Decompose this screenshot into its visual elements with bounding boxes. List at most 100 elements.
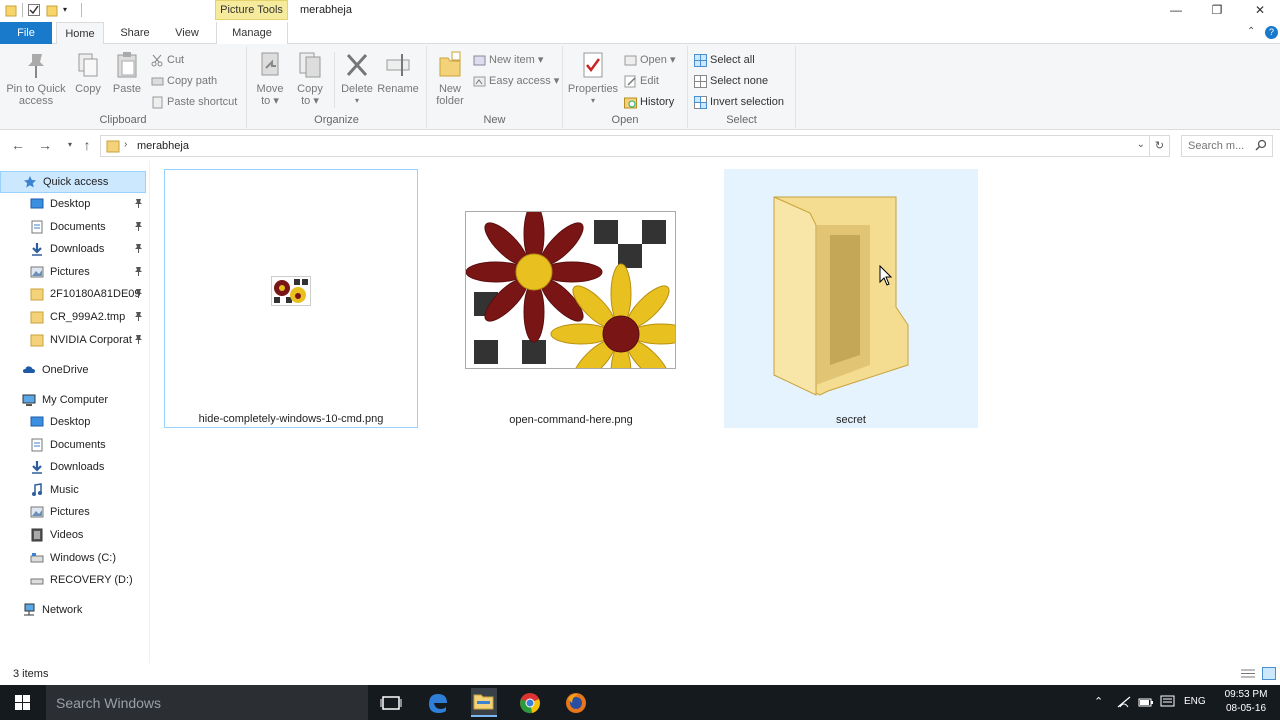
invert-selection-button[interactable]: Invert selection: [694, 93, 784, 111]
customize-qat-icon[interactable]: ▾: [63, 3, 77, 17]
history-button[interactable]: History: [624, 93, 674, 111]
folder-tile[interactable]: secret: [724, 169, 978, 428]
tab-share[interactable]: Share: [112, 22, 158, 44]
wifi-icon[interactable]: [1116, 695, 1132, 712]
sidebar-item-network[interactable]: Network: [0, 599, 146, 621]
large-icons-view-icon[interactable]: [1262, 667, 1276, 683]
forward-arrow-icon[interactable]: →: [37, 137, 53, 153]
restore-button[interactable]: ❐: [1207, 2, 1227, 18]
sidebar-item-pc-documents[interactable]: Documents: [0, 434, 146, 456]
tab-view[interactable]: View: [166, 22, 208, 44]
new-folder-button[interactable]: New folder: [431, 50, 469, 107]
new-item-button[interactable]: New item ▾: [473, 51, 543, 69]
window-title: merabheja: [300, 4, 352, 16]
sidebar-item-qa-documents[interactable]: Documents: [0, 216, 146, 238]
move-to-button[interactable]: Move to ▾: [253, 50, 287, 107]
paste-shortcut-button[interactable]: Paste shortcut: [151, 93, 237, 111]
documents-icon: [30, 220, 44, 234]
file-explorer-taskbar-icon[interactable]: [471, 688, 497, 717]
copy-to-label-2: to ▾: [301, 95, 319, 107]
collapse-ribbon-icon[interactable]: ⌃: [1247, 26, 1255, 37]
tab-manage[interactable]: Manage: [216, 22, 288, 44]
details-view-icon[interactable]: [1240, 667, 1256, 683]
sidebar-item-pc-windows-c[interactable]: Windows (C:): [0, 547, 146, 569]
sidebar-item-pc-downloads[interactable]: Downloads: [0, 456, 146, 478]
sidebar-item-label: 2F10180A81DE09: [50, 288, 141, 301]
tab-file[interactable]: File: [0, 22, 52, 44]
address-path[interactable]: merabheja: [137, 140, 189, 152]
sidebar-item-qa-nvidia-corporat[interactable]: NVIDIA Corporat: [0, 329, 146, 351]
back-arrow-icon[interactable]: ←: [10, 137, 26, 153]
task-view-icon[interactable]: [379, 691, 403, 715]
pin-icon[interactable]: [134, 266, 143, 278]
help-icon[interactable]: ?: [1265, 26, 1278, 39]
rename-button[interactable]: Rename: [377, 50, 419, 95]
sidebar-item-pc-videos[interactable]: Videos: [0, 524, 146, 546]
sidebar-item-my-computer[interactable]: My Computer: [0, 389, 146, 411]
sidebar-item-qa-downloads[interactable]: Downloads: [0, 238, 146, 260]
paste-button[interactable]: Paste: [110, 50, 144, 95]
organize-divider: [334, 52, 335, 108]
sidebar-item-qa-2f10180a81de09[interactable]: 2F10180A81DE09: [0, 283, 146, 305]
firefox-browser-icon[interactable]: [564, 691, 588, 715]
sidebar-item-quick-access[interactable]: Quick access: [0, 171, 146, 193]
search-input[interactable]: [1188, 139, 1250, 153]
tab-home[interactable]: Home: [56, 22, 104, 44]
sidebar-item-qa-cr-999a2-tmp[interactable]: CR_999A2.tmp: [0, 306, 146, 328]
minimize-button[interactable]: —: [1166, 2, 1186, 18]
pin-icon[interactable]: [134, 221, 143, 233]
breadcrumb-chevron-icon[interactable]: ›: [124, 139, 127, 150]
show-hidden-icons-icon[interactable]: ⌃: [1094, 695, 1103, 708]
select-none-button[interactable]: Select none: [694, 72, 768, 90]
pin-icon[interactable]: [134, 334, 143, 346]
edit-button[interactable]: Edit: [624, 72, 659, 90]
recent-locations-icon[interactable]: ▾: [62, 137, 78, 153]
sidebar-item-pc-desktop[interactable]: Desktop: [0, 411, 146, 433]
action-center-icon[interactable]: [1160, 695, 1176, 712]
move-to-icon: [256, 50, 284, 80]
copy-button[interactable]: Copy: [70, 50, 106, 95]
search-icon[interactable]: [1255, 139, 1267, 154]
open-button[interactable]: Open ▾: [624, 51, 676, 69]
new-group: New folder New item ▾ Easy access ▾ New: [427, 46, 563, 128]
select-all-button[interactable]: Select all: [694, 51, 755, 69]
easy-access-button[interactable]: Easy access ▾: [473, 72, 559, 90]
file-tile[interactable]: hide-completely-windows-10-cmd.png: [164, 169, 418, 428]
delete-dropdown-icon[interactable]: ▾: [339, 95, 375, 107]
copy-path-button[interactable]: Copy path: [151, 72, 217, 90]
pin-to-quick-access-button[interactable]: Pin to Quick access: [4, 50, 68, 107]
sidebar-item-qa-pictures[interactable]: Pictures: [0, 261, 146, 283]
address-dropdown-icon[interactable]: ⌄: [1137, 139, 1145, 150]
sidebar-item-pc-music[interactable]: Music: [0, 479, 146, 501]
battery-icon[interactable]: [1138, 695, 1154, 712]
pin-icon[interactable]: [134, 288, 143, 300]
language-indicator[interactable]: ENG: [1184, 696, 1206, 707]
pin-icon[interactable]: [134, 311, 143, 323]
chrome-browser-icon[interactable]: [518, 691, 542, 715]
properties-button[interactable]: Properties ▾: [567, 50, 619, 107]
up-arrow-icon[interactable]: ↑: [79, 137, 95, 153]
sidebar-item-pc-recovery-d[interactable]: RECOVERY (D:): [0, 569, 146, 591]
sidebar-item-onedrive[interactable]: OneDrive: [0, 359, 146, 381]
taskbar-search[interactable]: Search Windows: [46, 685, 368, 720]
close-button[interactable]: ✕: [1250, 2, 1270, 18]
sidebar-item-pc-pictures[interactable]: Pictures: [0, 501, 146, 523]
refresh-button[interactable]: ↻: [1150, 135, 1170, 157]
edge-browser-icon[interactable]: [426, 691, 450, 715]
address-bar[interactable]: › merabheja ⌄: [100, 135, 1150, 157]
sidebar-item-qa-desktop[interactable]: Desktop: [0, 193, 146, 215]
start-button[interactable]: [0, 685, 46, 720]
cut-button[interactable]: Cut: [151, 51, 184, 69]
file-tile[interactable]: open-command-here.png: [444, 169, 698, 428]
properties-check-icon[interactable]: [27, 3, 41, 17]
clock[interactable]: 09:53 PM 08-05-16: [1216, 688, 1276, 716]
properties-dropdown-icon[interactable]: ▾: [567, 95, 619, 107]
pin-icon[interactable]: [134, 243, 143, 255]
copy-icon: [74, 50, 102, 80]
new-folder-qat-icon[interactable]: [45, 3, 59, 17]
search-box[interactable]: [1181, 135, 1273, 157]
pin-icon[interactable]: [134, 198, 143, 210]
delete-button[interactable]: Delete ▾: [339, 50, 375, 107]
copy-to-button[interactable]: Copy to ▾: [293, 50, 327, 107]
select-group: Select all Select none Invert selection …: [688, 46, 796, 128]
